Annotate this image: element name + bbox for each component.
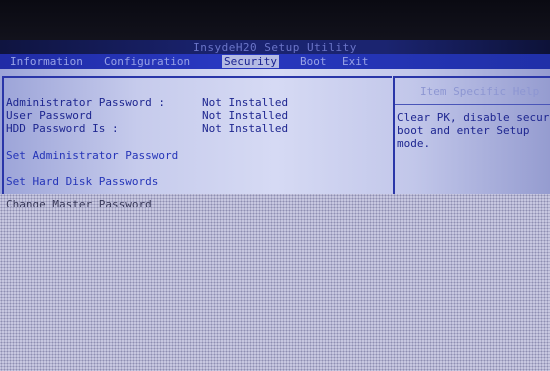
tab-security[interactable]: Security [222,55,279,68]
user-password-label: User Password [6,109,93,122]
admin-password-label: Administrator Password : [6,96,165,109]
setup-utility-title: InsydeH20 Setup Utility [193,41,357,54]
help-text-line: Clear PK, disable secure [397,111,550,124]
set-administrator-password-item[interactable]: Set Administrator Password [6,149,178,162]
help-text-line: boot and enter Setup [397,124,530,137]
tab-information[interactable]: Information [8,55,85,68]
hdd-password-label: HDD Password Is : [6,122,119,135]
help-text-line: mode. [397,137,431,150]
help-divider [395,104,550,105]
user-password-status: Not Installed [202,109,289,122]
help-title: Item Specific Help [420,85,540,98]
tab-boot[interactable]: Boot [298,55,329,68]
set-hard-disk-passwords-item[interactable]: Set Hard Disk Passwords [6,175,158,188]
bios-screen: InsydeH20 Setup Utility Information Conf… [0,0,550,371]
admin-password-status: Not Installed [202,96,289,109]
screen-glare-dots [0,194,550,371]
tab-configuration[interactable]: Configuration [102,55,192,68]
tab-exit[interactable]: Exit [340,55,371,68]
dark-top-area [0,0,550,40]
change-master-password-item[interactable]: Change Master Password [6,198,152,207]
hdd-password-status: Not Installed [202,122,289,135]
